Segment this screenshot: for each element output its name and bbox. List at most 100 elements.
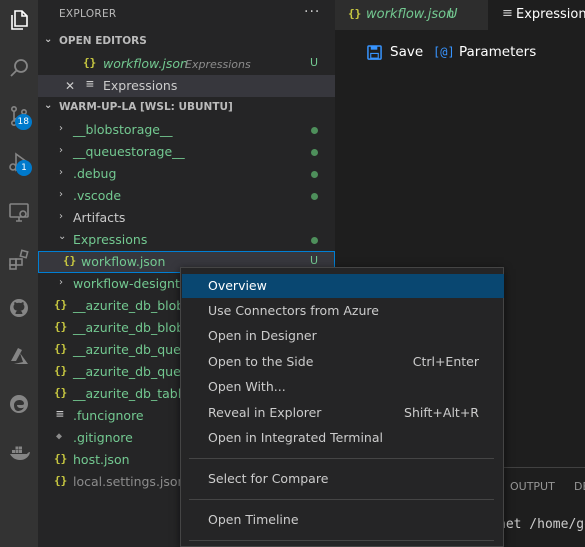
more-actions-button[interactable]: ··· <box>304 4 320 20</box>
json-file-icon: {} <box>83 56 97 69</box>
chevron-right-icon: › <box>59 123 63 134</box>
folder-name: __blobstorage__ <box>73 122 173 137</box>
editor-tabs: {} workflow.json U ≡ Expressions <box>335 0 585 30</box>
close-icon[interactable]: ✕ <box>65 79 75 93</box>
parameters-icon: [@] <box>433 45 455 59</box>
tab-debug-console[interactable]: DE <box>574 480 585 493</box>
menu-item-select-for-compare[interactable]: Select for Compare <box>182 467 504 491</box>
git-file-icon: ◆ <box>56 431 63 442</box>
chevron-down-icon: ⌄ <box>58 231 67 242</box>
folder-name: Expressions <box>73 232 148 247</box>
menu-item-open-in-integrated-terminal[interactable]: Open in Integrated Terminal <box>182 426 504 450</box>
folder-item-expanded[interactable]: ⌄ Expressions <box>38 229 335 251</box>
json-file-icon: {} <box>348 7 362 20</box>
menu-item-reveal-in-explorer[interactable]: Reveal in Explorer Shift+Alt+R <box>182 401 504 425</box>
github-icon[interactable] <box>0 290 38 326</box>
folder-name: Artifacts <box>73 210 126 225</box>
menu-item-label: Open in Designer <box>208 328 317 343</box>
edge-icon[interactable] <box>0 386 38 422</box>
json-file-icon: {} <box>63 254 77 267</box>
bottom-panel: OUTPUT DE net /home/ge <box>490 467 585 547</box>
open-editor-item-expressions[interactable]: ✕ ≡ Expressions <box>38 75 335 97</box>
folder-item[interactable]: › .vscode <box>38 185 335 207</box>
untracked-status: U <box>310 56 319 69</box>
menu-item-open-with[interactable]: Open With... <box>182 375 504 399</box>
menu-separator <box>189 540 494 541</box>
menu-item-label: Reveal in Explorer <box>208 405 322 420</box>
chevron-right-icon: › <box>59 167 63 178</box>
menu-separator <box>189 499 494 500</box>
menu-item-label: Select for Compare <box>208 471 329 486</box>
modified-dot <box>311 127 318 134</box>
menu-item-label: Overview <box>208 278 267 293</box>
modified-dot <box>311 193 318 200</box>
menu-item-open-in-designer[interactable]: Open in Designer <box>182 324 504 348</box>
file-name: workflow.json <box>81 254 166 269</box>
json-file-icon: {} <box>54 342 68 355</box>
menu-item-label: Use Connectors from Azure <box>208 303 379 318</box>
tab-output[interactable]: OUTPUT <box>510 480 555 493</box>
folder-name: .debug <box>73 166 117 181</box>
search-icon[interactable] <box>0 50 38 86</box>
open-editor-item-workflow[interactable]: {} workflow.json Expressions U <box>38 53 335 75</box>
file-name: .funcignore <box>73 408 144 423</box>
save-button[interactable]: Save <box>367 44 431 64</box>
untracked-status: U <box>448 7 458 22</box>
json-file-icon: {} <box>54 320 68 333</box>
source-control-icon[interactable]: 18 <box>0 98 38 134</box>
menu-item-shortcut: Ctrl+Enter <box>412 354 479 369</box>
modified-dot <box>311 171 318 178</box>
context-menu: Overview Use Connectors from Azure Open … <box>180 267 504 547</box>
tab-expressions[interactable]: ≡ Expressions <box>488 0 585 30</box>
activity-bar: 18 1 <box>0 0 38 547</box>
folder-item[interactable]: › .debug <box>38 163 335 185</box>
folder-name: .vscode <box>73 188 122 203</box>
open-editor-name: workflow.json <box>103 56 188 71</box>
menu-item-label: Open Timeline <box>208 512 299 527</box>
menu-item-use-connectors-from-azure[interactable]: Use Connectors from Azure <box>182 299 504 323</box>
run-debug-icon[interactable]: 1 <box>0 144 38 180</box>
chevron-down-icon: ⌄ <box>44 100 53 111</box>
json-file-icon: {} <box>54 298 68 311</box>
json-file-icon: {} <box>54 474 68 487</box>
untracked-status: U <box>310 254 319 267</box>
open-editor-name: Expressions <box>103 78 178 93</box>
explorer-header: EXPLORER ··· <box>38 0 335 30</box>
open-editor-description: Expressions <box>185 58 251 71</box>
json-file-icon: {} <box>54 386 68 399</box>
terminal-output: net /home/ge <box>498 517 585 532</box>
folder-item[interactable]: › Artifacts <box>38 207 335 229</box>
menu-item-overview[interactable]: Overview <box>182 274 504 298</box>
workspace-title: WARM-UP-LA [WSL: UBUNTU] <box>59 101 233 113</box>
chevron-right-icon: › <box>59 145 63 156</box>
parameters-button[interactable]: [@] Parameters <box>433 44 583 64</box>
modified-dot <box>311 237 318 244</box>
menu-item-open-to-the-side[interactable]: Open to the Side Ctrl+Enter <box>182 350 504 374</box>
tab-label: workflow.json <box>366 7 455 22</box>
modified-dot <box>311 149 318 156</box>
run-debug-badge: 1 <box>16 160 32 176</box>
menu-item-label: Open in Integrated Terminal <box>208 430 383 445</box>
explorer-icon[interactable] <box>0 2 38 38</box>
chevron-right-icon: › <box>59 277 63 288</box>
menu-item-open-timeline[interactable]: Open Timeline <box>182 508 504 532</box>
extensions-icon[interactable] <box>0 242 38 278</box>
docker-icon[interactable] <box>0 434 38 470</box>
parameters-label: Parameters <box>459 44 537 60</box>
azure-icon[interactable] <box>0 338 38 374</box>
preview-file-icon: ≡ <box>86 77 94 92</box>
file-name: host.json <box>73 452 130 467</box>
open-editors-section[interactable]: ⌄ OPEN EDITORS <box>38 31 335 53</box>
tab-workflow-json[interactable]: {} workflow.json U <box>335 0 488 30</box>
chevron-down-icon: ⌄ <box>44 34 53 45</box>
menu-item-shortcut: Shift+Alt+R <box>404 405 479 420</box>
menu-item-label: Open to the Side <box>208 354 314 369</box>
save-label: Save <box>390 44 424 60</box>
chevron-right-icon: › <box>59 189 63 200</box>
folder-item[interactable]: › __queuestorage__ <box>38 141 335 163</box>
workspace-section[interactable]: ⌄ WARM-UP-LA [WSL: UBUNTU] <box>38 97 335 119</box>
remote-explorer-icon[interactable] <box>0 194 38 230</box>
folder-item[interactable]: › __blobstorage__ <box>38 119 335 141</box>
chevron-right-icon: › <box>59 211 63 222</box>
text-file-icon: ≡ <box>56 407 64 422</box>
